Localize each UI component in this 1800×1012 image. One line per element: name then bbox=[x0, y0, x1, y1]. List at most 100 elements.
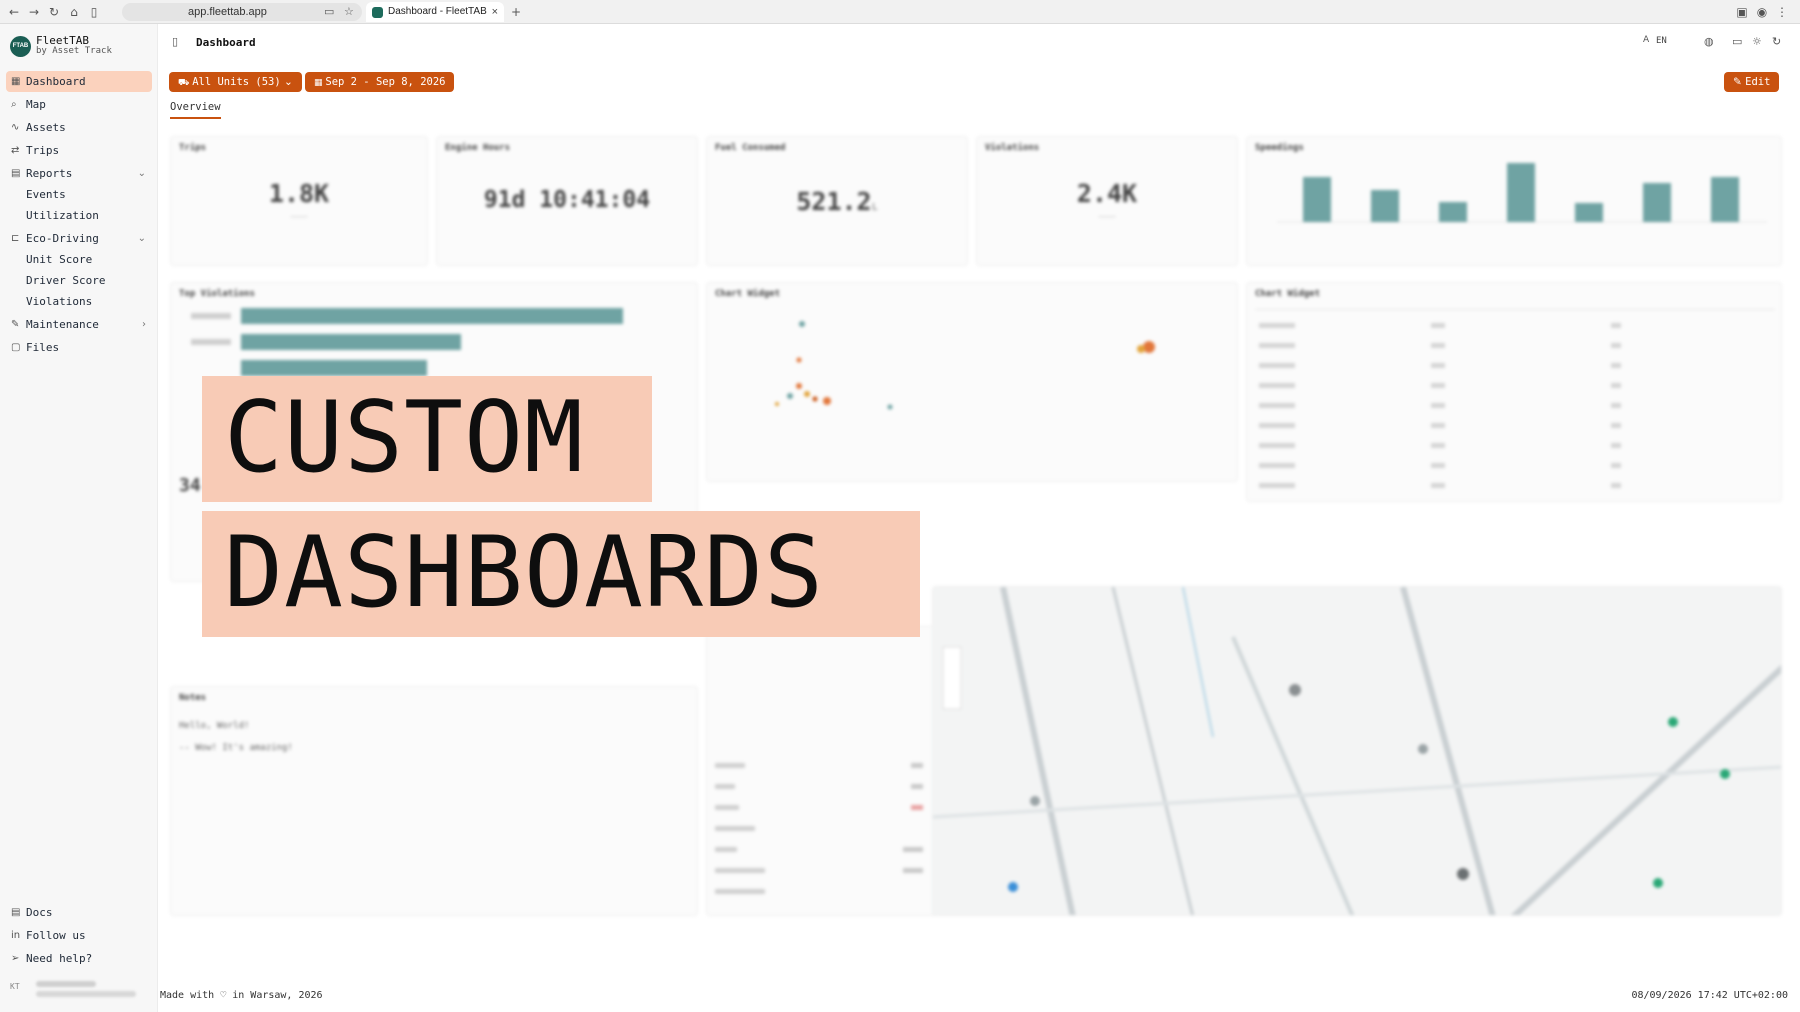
chart-widget-scatter[interactable]: Chart Widget bbox=[706, 282, 1238, 482]
table-cell bbox=[1431, 483, 1445, 488]
scatter-point bbox=[799, 321, 805, 327]
bar-label bbox=[191, 313, 231, 319]
home-icon[interactable]: ⌂ bbox=[66, 4, 82, 20]
sidebar-item-assets[interactable]: ∿ Assets bbox=[6, 117, 152, 138]
speedings-bar bbox=[1439, 202, 1467, 222]
speedings-bar bbox=[1711, 177, 1739, 222]
browser-tab[interactable]: Dashboard - FleetTAB × bbox=[366, 2, 504, 22]
extensions-icon[interactable]: ▣ bbox=[1734, 4, 1750, 20]
table-cell bbox=[1431, 443, 1445, 448]
sidebar-item-driver-score[interactable]: Driver Score bbox=[26, 272, 105, 290]
scatter-point bbox=[823, 397, 831, 405]
tab-title: Dashboard - FleetTAB bbox=[388, 6, 487, 17]
table-cell bbox=[1611, 363, 1621, 368]
map-canvas[interactable] bbox=[933, 587, 1782, 916]
browser-chrome: ← → ↻ ⌂ ▯ app.fleettab.app ▭ ☆ Dashboard… bbox=[0, 0, 1800, 24]
table-cell bbox=[1431, 363, 1445, 368]
page-title: Dashboard bbox=[196, 36, 256, 49]
sidebar-item-map[interactable]: ⌕ Map bbox=[6, 94, 152, 115]
tab-overview[interactable]: Overview bbox=[170, 101, 221, 119]
map-widget[interactable] bbox=[932, 586, 1782, 916]
scatter-point bbox=[787, 393, 793, 399]
send-icon: ➢ bbox=[11, 953, 20, 964]
table-cell bbox=[1611, 483, 1621, 488]
translate-icon[interactable]: A bbox=[1643, 35, 1649, 45]
date-range-label: Sep 2 - Sep 8, 2026 bbox=[325, 76, 446, 88]
trips-widget[interactable]: Trips 1.8K ──── bbox=[170, 136, 428, 266]
sidebar-item-label: Need help? bbox=[26, 952, 93, 965]
edit-label: Edit bbox=[1745, 76, 1771, 88]
sun-icon[interactable]: ☼ bbox=[1752, 35, 1762, 48]
detail-label bbox=[715, 868, 765, 873]
units-filter-button[interactable]: ⛟ All Units (53) ⌄ bbox=[169, 72, 302, 92]
sidebar-item-docs[interactable]: ▤ Docs bbox=[6, 902, 152, 923]
forward-icon[interactable]: → bbox=[26, 4, 42, 20]
speedings-bar bbox=[1507, 163, 1535, 222]
sidebar-item-label: Trips bbox=[26, 144, 60, 157]
sidebar-collapse-icon[interactable]: ▯ bbox=[172, 35, 178, 48]
profile-icon[interactable]: ◉ bbox=[1754, 4, 1770, 20]
table-cell bbox=[1259, 423, 1295, 428]
sidebar: FTAB FleetTAB by Asset Track ▦ Dashboard… bbox=[0, 24, 158, 1012]
notes-widget[interactable]: Notes Hello, World! -- Wow! It's amazing… bbox=[170, 686, 698, 916]
violations-value: 2.4K bbox=[1076, 179, 1138, 208]
sidebar-item-files[interactable]: ▢ Files bbox=[6, 337, 152, 358]
linkedin-icon: in bbox=[11, 930, 21, 941]
fuel-widget[interactable]: Fuel Consumed 521.2L bbox=[706, 136, 968, 266]
sidebar-item-label: Eco-Driving bbox=[26, 232, 99, 245]
avatar: KT bbox=[10, 982, 20, 991]
book-icon: ▤ bbox=[11, 907, 21, 918]
table-cell bbox=[1611, 343, 1621, 348]
edit-button[interactable]: ✎ Edit bbox=[1724, 72, 1780, 92]
unit-details-widget[interactable] bbox=[706, 626, 938, 916]
sidebar-item-label: Dashboard bbox=[26, 75, 86, 88]
address-bar[interactable]: app.fleettab.app ▭ ☆ bbox=[122, 3, 362, 21]
violations-widget[interactable]: Violations 2.4K ──── bbox=[976, 136, 1238, 266]
language-selector[interactable]: EN bbox=[1656, 36, 1667, 46]
sidebar-item-label: Files bbox=[26, 341, 60, 354]
sidebar-item-reports[interactable]: ▤ Reports ⌄ bbox=[6, 163, 152, 184]
star-icon[interactable]: ☆ bbox=[344, 3, 354, 21]
sidebar-item-dashboard[interactable]: ▦ Dashboard bbox=[6, 71, 152, 92]
sidebar-item-need-help[interactable]: ➢ Need help? bbox=[6, 948, 152, 969]
detail-value bbox=[911, 763, 923, 768]
sidebar-item-trips[interactable]: ⇄ Trips bbox=[6, 140, 152, 161]
scatter-point bbox=[812, 396, 818, 402]
engine-hours-widget[interactable]: Engine Hours 91d 10:41:04 bbox=[436, 136, 698, 266]
speedings-widget[interactable]: Speedings bbox=[1246, 136, 1782, 266]
scatter-point bbox=[1143, 341, 1155, 353]
menu-icon[interactable]: ⋮ bbox=[1774, 4, 1790, 20]
user-profile[interactable]: KT bbox=[10, 978, 148, 1002]
footer-credit: Made with ♡ in Warsaw, 2026 bbox=[160, 990, 323, 1001]
map-poi bbox=[1418, 744, 1428, 754]
sidebar-item-events[interactable]: Events bbox=[26, 186, 66, 204]
scatter-chart bbox=[775, 321, 1155, 410]
refresh-icon[interactable]: ↻ bbox=[1772, 35, 1781, 48]
notes-line-1: Hello, World! bbox=[179, 721, 250, 731]
date-range-button[interactable]: ▦ Sep 2 - Sep 8, 2026 bbox=[305, 72, 455, 92]
top-bar: ▯ Dashboard A EN ◍ ▭ ☼ ↻ bbox=[158, 24, 1800, 62]
sidebar-item-eco-driving[interactable]: ⊏ Eco-Driving ⌄ bbox=[6, 228, 152, 249]
scatter-point bbox=[887, 404, 893, 410]
close-tab-icon[interactable]: × bbox=[492, 2, 498, 22]
sidebar-item-follow-us[interactable]: in Follow us bbox=[6, 925, 152, 946]
new-tab-icon[interactable]: + bbox=[508, 4, 524, 20]
sidebar-item-unit-score[interactable]: Unit Score bbox=[26, 251, 92, 269]
wrench-icon: ✎ bbox=[11, 319, 20, 330]
table-cell bbox=[1259, 463, 1295, 468]
detail-label bbox=[715, 847, 737, 852]
sidebar-item-maintenance[interactable]: ✎ Maintenance › bbox=[6, 314, 152, 335]
map-poi bbox=[1720, 769, 1730, 779]
brand-logo[interactable]: FTAB bbox=[10, 36, 31, 57]
chart-widget-table[interactable]: Chart Widget bbox=[1246, 282, 1782, 502]
monitor-icon[interactable]: ▭ bbox=[1732, 35, 1742, 48]
palette-icon[interactable]: ◍ bbox=[1704, 35, 1714, 48]
cast-icon[interactable]: ▭ bbox=[324, 3, 334, 21]
sidebar-toggle-icon[interactable]: ▯ bbox=[86, 4, 102, 20]
sidebar-item-violations[interactable]: Violations bbox=[26, 293, 92, 311]
back-icon[interactable]: ← bbox=[6, 4, 22, 20]
table-cell bbox=[1259, 343, 1295, 348]
caption-line-1: CUSTOM bbox=[224, 381, 585, 495]
reload-icon[interactable]: ↻ bbox=[46, 4, 62, 20]
sidebar-item-utilization[interactable]: Utilization bbox=[26, 207, 99, 225]
